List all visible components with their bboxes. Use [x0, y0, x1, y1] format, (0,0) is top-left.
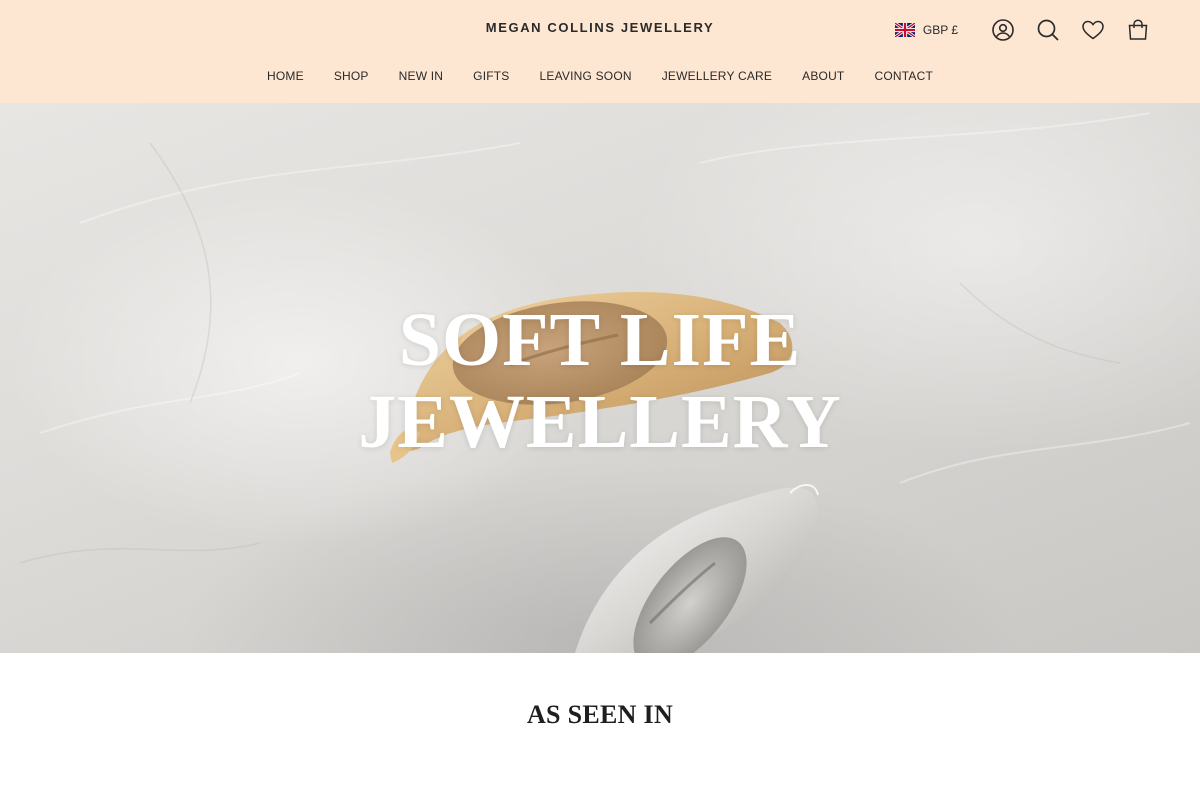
as-seen-in-heading: AS SEEN IN	[526, 700, 674, 729]
hero-banner[interactable]: SOFT LIFE JEWELLERY	[0, 103, 1200, 653]
hero-title-line-1: SOFT LIFE	[398, 298, 802, 382]
currency-selector[interactable]: GBP £	[894, 23, 958, 37]
nav-item-jewellery-care[interactable]: JEWELLERY CARE	[662, 66, 772, 86]
hero-title: SOFT LIFE JEWELLERY	[0, 299, 1200, 463]
cart-button[interactable]	[1115, 14, 1160, 46]
search-button[interactable]	[1025, 14, 1070, 46]
silver-ring	[575, 484, 819, 653]
search-icon	[1037, 19, 1059, 41]
brand-name[interactable]: MEGAN COLLINS JEWELLERY	[486, 20, 714, 35]
wishlist-button[interactable]	[1070, 14, 1115, 46]
site-header: MEGAN COLLINS JEWELLERY GBP £ HOME SHOP …	[0, 0, 1200, 103]
nav-item-contact[interactable]: CONTACT	[874, 66, 933, 86]
currency-label: GBP £	[922, 23, 958, 37]
hero-title-line-2: JEWELLERY	[358, 380, 842, 464]
uk-flag-icon	[894, 23, 915, 37]
nav-item-shop[interactable]: SHOP	[334, 66, 369, 86]
nav-item-home[interactable]: HOME	[267, 66, 304, 86]
main-nav: HOME SHOP NEW IN GIFTS LEAVING SOON JEWE…	[0, 66, 1200, 86]
nav-item-leaving-soon[interactable]: LEAVING SOON	[540, 66, 632, 86]
wishlist-heart-icon	[1081, 20, 1104, 40]
nav-item-about[interactable]: ABOUT	[802, 66, 844, 86]
account-icon	[991, 19, 1014, 41]
header-utilities: GBP £	[894, 14, 1160, 46]
nav-item-gifts[interactable]: GIFTS	[473, 66, 509, 86]
cart-bag-icon	[1128, 19, 1147, 40]
account-button[interactable]	[980, 14, 1025, 46]
nav-item-new-in[interactable]: NEW IN	[399, 66, 444, 86]
